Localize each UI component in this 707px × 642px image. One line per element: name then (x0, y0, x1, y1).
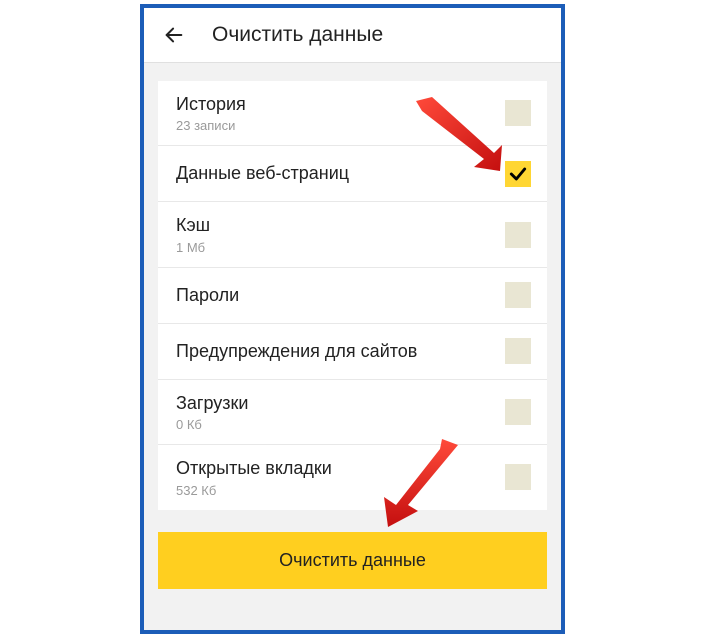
item-label: Пароли (176, 284, 239, 307)
item-text: Данные веб-страниц (176, 162, 349, 185)
page-title: Очистить данные (212, 23, 383, 47)
item-label: История (176, 93, 246, 116)
checkbox-tabs[interactable] (505, 464, 531, 490)
checkbox-warnings[interactable] (505, 338, 531, 364)
item-label: Данные веб-страниц (176, 162, 349, 185)
item-sublabel: 532 Кб (176, 483, 332, 498)
checkbox-webdata[interactable] (505, 161, 531, 187)
list-item-warnings[interactable]: Предупреждения для сайтов (158, 324, 547, 380)
item-text: Кэш 1 Мб (176, 214, 210, 254)
item-label: Предупреждения для сайтов (176, 340, 417, 363)
checkbox-cache[interactable] (505, 222, 531, 248)
item-sublabel: 0 Кб (176, 417, 248, 432)
checkbox-passwords[interactable] (505, 282, 531, 308)
list-item-history[interactable]: История 23 записи (158, 81, 547, 146)
list-item-downloads[interactable]: Загрузки 0 Кб (158, 380, 547, 445)
list-item-tabs[interactable]: Открытые вкладки 532 Кб (158, 445, 547, 509)
item-text: Открытые вкладки 532 Кб (176, 457, 332, 497)
item-sublabel: 1 Мб (176, 240, 210, 255)
item-text: Загрузки 0 Кб (176, 392, 248, 432)
item-label: Загрузки (176, 392, 248, 415)
item-text: Предупреждения для сайтов (176, 340, 417, 363)
item-label: Кэш (176, 214, 210, 237)
clear-data-list: История 23 записи Данные веб-страниц Кэш (158, 81, 547, 510)
item-label: Открытые вкладки (176, 457, 332, 480)
clear-data-button[interactable]: Очистить данные (158, 532, 547, 589)
item-sublabel: 23 записи (176, 118, 246, 133)
list-item-cache[interactable]: Кэш 1 Мб (158, 202, 547, 267)
item-text: Пароли (176, 284, 239, 307)
header: Очистить данные (144, 8, 561, 63)
list-item-webdata[interactable]: Данные веб-страниц (158, 146, 547, 202)
checkbox-history[interactable] (505, 100, 531, 126)
item-text: История 23 записи (176, 93, 246, 133)
checkbox-downloads[interactable] (505, 399, 531, 425)
content: История 23 записи Данные веб-страниц Кэш (144, 63, 561, 630)
back-arrow-icon[interactable] (160, 21, 188, 49)
list-item-passwords[interactable]: Пароли (158, 268, 547, 324)
app-frame: Очистить данные История 23 записи Данные… (140, 4, 565, 634)
